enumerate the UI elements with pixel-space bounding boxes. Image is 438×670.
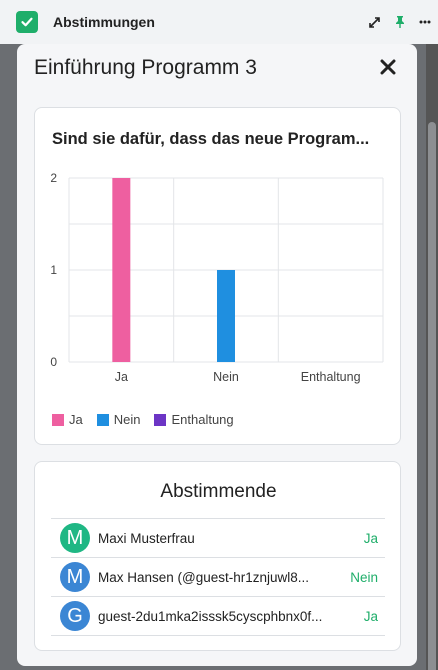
legend-label: Nein bbox=[113, 412, 141, 427]
voter-choice: Ja bbox=[363, 608, 378, 624]
legend-swatch bbox=[154, 413, 167, 426]
voter-name: Max Hansen (@guest-hr1znjuwl8... bbox=[98, 569, 310, 585]
voter-row: M Maxi Musterfrau Ja bbox=[51, 519, 385, 558]
voter-choice: Nein bbox=[350, 569, 378, 585]
voter-row: M Max Hansen (@guest-hr1znjuwl8... Nein bbox=[51, 558, 385, 597]
x-tick-label: Enthaltung bbox=[301, 370, 361, 384]
more-icon[interactable] bbox=[416, 12, 434, 32]
voters-title: Abstimmende bbox=[160, 481, 277, 502]
chart-legend: Ja Nein Enthaltung bbox=[52, 412, 234, 427]
chart-card: Sind sie dafür, dass das neue Program...… bbox=[34, 107, 401, 445]
bar-ja bbox=[112, 178, 131, 362]
check-icon bbox=[16, 11, 38, 33]
voter-row: Gguest-2du1mka2isssk5cyscphbnx0f... Ja bbox=[51, 597, 385, 636]
legend-swatch bbox=[52, 413, 64, 426]
bar-chart: 0 1 2 Ja Nein Enthaltung bbox=[50, 171, 384, 384]
avatar: M bbox=[60, 523, 90, 553]
app-title: Abstimmungen bbox=[53, 14, 155, 30]
x-tick-label: Nein bbox=[213, 370, 239, 384]
modal-title: Einführung Programm 3 bbox=[34, 56, 257, 79]
legend-item: Nein bbox=[96, 412, 141, 427]
pin-icon[interactable] bbox=[391, 12, 409, 32]
y-tick-label: 2 bbox=[50, 171, 57, 185]
legend-item: Enthaltung bbox=[154, 412, 234, 427]
poll-modal: Einführung Programm 3 Sind sie dafür, da… bbox=[17, 44, 417, 666]
y-tick-label: 0 bbox=[50, 355, 57, 369]
app-header: Abstimmungen bbox=[0, 0, 438, 44]
voter-name: Maxi Musterfrau bbox=[98, 530, 195, 546]
y-tick-label: 1 bbox=[50, 263, 57, 277]
voter-choice: Ja bbox=[363, 530, 378, 546]
legend-label: Ja bbox=[69, 412, 83, 427]
legend-label: Enthaltung bbox=[171, 412, 234, 427]
expand-icon[interactable] bbox=[365, 12, 383, 32]
avatar: M bbox=[60, 562, 90, 592]
legend-swatch bbox=[96, 413, 109, 426]
voter-name: guest-2du1mka2isssk5cyscphbnx0f... bbox=[98, 608, 323, 624]
close-icon[interactable] bbox=[375, 54, 401, 80]
scrollbar[interactable] bbox=[426, 44, 438, 670]
voters-card: Abstimmende M Maxi Musterfrau Ja M Max Hanse… bbox=[34, 461, 401, 651]
x-tick-label: Ja bbox=[115, 370, 128, 384]
legend-item: Ja bbox=[52, 412, 83, 427]
avatar: G bbox=[60, 601, 90, 631]
voter-list: M Maxi Musterfrau Ja M Max Hansen (@guest-hr… bbox=[51, 518, 385, 636]
scrollbar-thumb[interactable] bbox=[428, 122, 436, 670]
bar-nein bbox=[217, 270, 235, 362]
